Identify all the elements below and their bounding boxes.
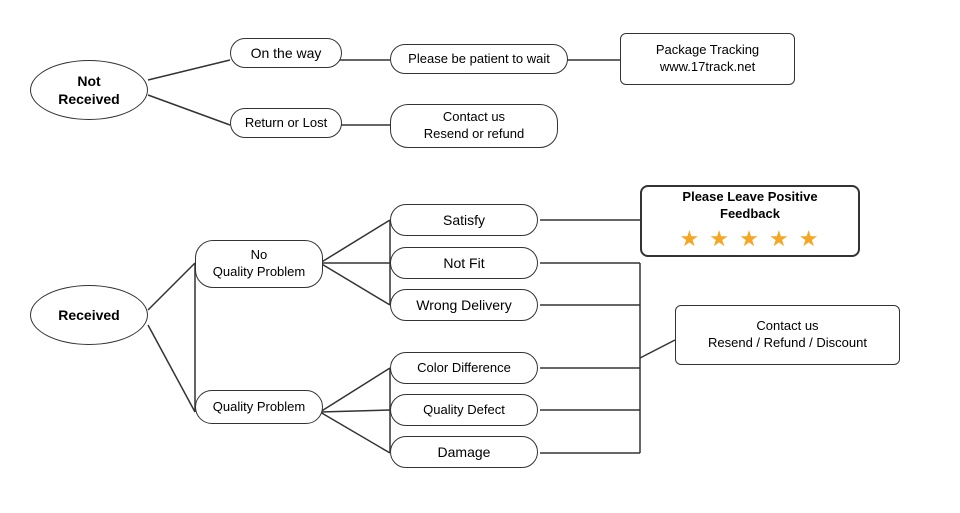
no-quality-problem-node: No Quality Problem — [195, 240, 323, 288]
received-node: Received — [30, 285, 148, 345]
feedback-node: Please Leave Positive Feedback ★ ★ ★ ★ ★ — [640, 185, 860, 257]
star-rating: ★ ★ ★ ★ ★ — [679, 225, 820, 254]
patient-wait-node: Please be patient to wait — [390, 44, 568, 74]
not-received-node: Not Received — [30, 60, 148, 120]
contact-refund-node: Contact us Resend / Refund / Discount — [675, 305, 900, 365]
damage-node: Damage — [390, 436, 538, 468]
not-fit-node: Not Fit — [390, 247, 538, 279]
quality-problem-node: Quality Problem — [195, 390, 323, 424]
return-lost-node: Return or Lost — [230, 108, 342, 138]
on-the-way-node: On the way — [230, 38, 342, 68]
wrong-delivery-node: Wrong Delivery — [390, 289, 538, 321]
quality-defect-node: Quality Defect — [390, 394, 538, 426]
contact-resend-node: Contact us Resend or refund — [390, 104, 558, 148]
satisfy-node: Satisfy — [390, 204, 538, 236]
color-difference-node: Color Difference — [390, 352, 538, 384]
package-tracking-node: Package Tracking www.17track.net — [620, 33, 795, 85]
